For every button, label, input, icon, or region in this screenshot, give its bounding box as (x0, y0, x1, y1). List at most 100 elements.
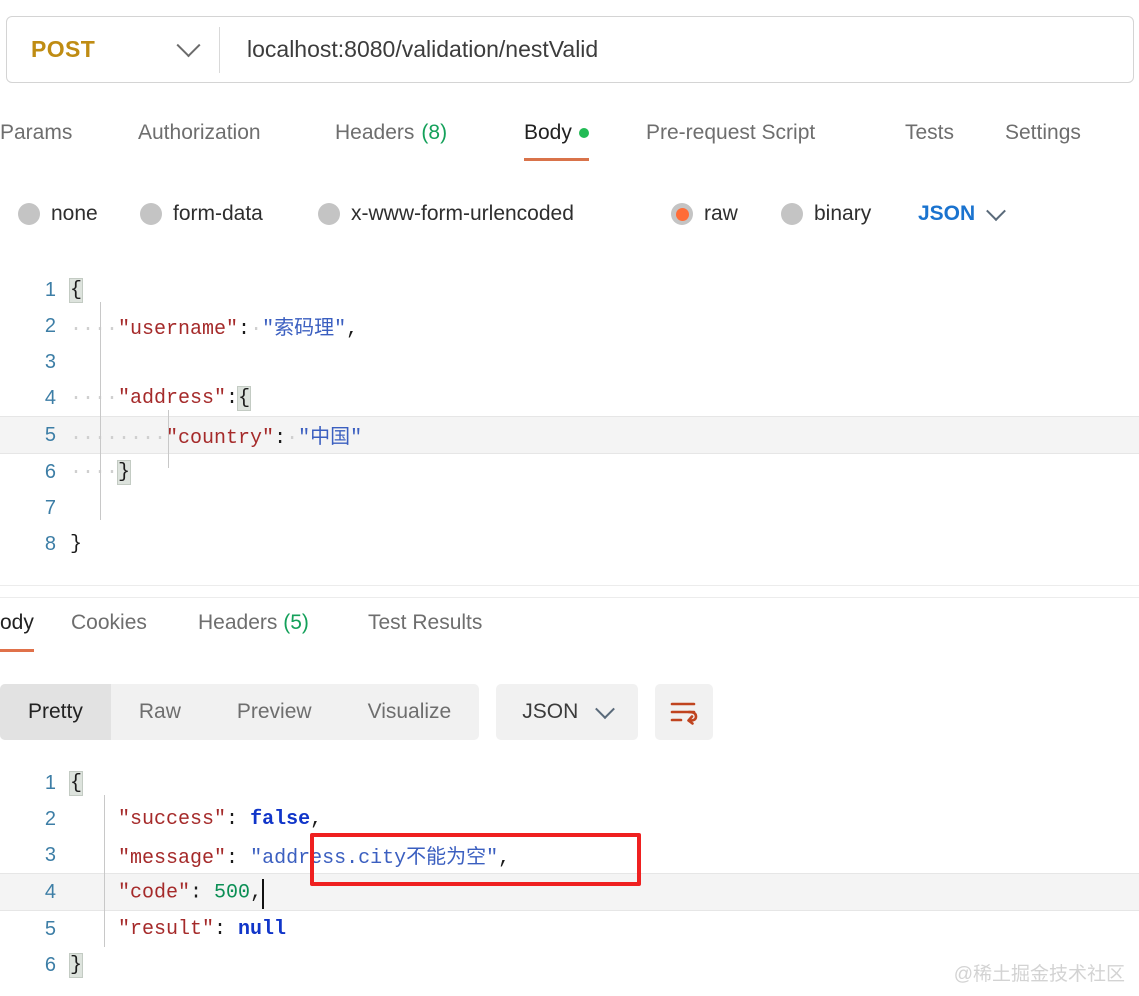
code-token: "中国" (298, 427, 363, 450)
code-token: "索码理" (262, 318, 347, 341)
request-tab-authorization[interactable]: Authorization (138, 118, 261, 161)
body-type-radio-x-www-form-urlencoded[interactable]: x-www-form-urlencoded (318, 202, 574, 226)
line-number: 6 (44, 460, 56, 483)
code-line[interactable]: 3 (0, 344, 1139, 380)
response-view-pretty[interactable]: Pretty (0, 684, 111, 740)
chevron-down-icon (595, 699, 616, 720)
response-view-segments: Pretty Raw Preview Visualize (0, 684, 480, 740)
active-tab-underline (0, 649, 34, 652)
code-token: : (214, 917, 239, 941)
code-line[interactable]: 3 "message": "address.city不能为空", (0, 837, 1139, 873)
response-tabs: ody Cookies Headers (5) Test Results (0, 608, 1139, 664)
unsaved-dot-icon (578, 128, 589, 138)
code-text: { (68, 770, 1139, 796)
code-token: "result" (118, 917, 215, 941)
request-body-editor[interactable]: 1{2 ····"username":·"索码理", 3 4 ····"address"… (0, 272, 1139, 562)
radio-unselected-icon (140, 203, 162, 225)
tab-label: Headers (335, 121, 415, 144)
body-type-radio-none[interactable]: none (18, 202, 98, 226)
code-token: "username" (118, 318, 239, 341)
response-view-preview[interactable]: Preview (209, 684, 340, 740)
line-number: 2 (44, 314, 56, 337)
code-text: { (68, 277, 1139, 303)
code-line[interactable]: 7 (0, 490, 1139, 526)
request-tab-pre-request-script[interactable]: Pre-request Script (646, 118, 815, 161)
indent-guide (100, 302, 101, 520)
line-number: 3 (44, 350, 56, 373)
request-tab-params[interactable]: Params (0, 118, 72, 161)
raw-format-select[interactable]: JSON (918, 201, 1007, 226)
request-tab-headers[interactable]: Headers (8) (335, 118, 447, 161)
request-tab-settings[interactable]: Settings (1005, 118, 1081, 161)
request-tab-body[interactable]: Body (524, 118, 589, 161)
code-token: { (68, 770, 84, 796)
radio-label: binary (814, 202, 872, 225)
code-token: "success" (118, 807, 227, 831)
line-number: 3 (44, 843, 56, 866)
response-body-editor[interactable]: 1{2 "success": false, 3 "message": "addre… (0, 765, 1139, 983)
code-token: "address" (118, 386, 227, 410)
code-token: : (238, 318, 251, 341)
code-token: { (237, 385, 252, 411)
tab-label: ody (0, 611, 34, 634)
word-wrap-button[interactable] (655, 684, 714, 740)
code-line[interactable]: 6 ····} (0, 454, 1139, 490)
response-tab-cookies[interactable]: Cookies (71, 608, 147, 652)
body-type-radio-form-data[interactable]: form-data (140, 202, 263, 226)
response-tab-test-results[interactable]: Test Results (368, 608, 482, 652)
line-number: 4 (44, 880, 56, 903)
tab-label: Body (524, 121, 572, 144)
tab-count: (5) (283, 611, 309, 634)
tab-label: Headers (198, 611, 284, 634)
indent-guide (168, 410, 169, 468)
request-tab-tests[interactable]: Tests (905, 118, 954, 161)
code-token: ···· (70, 318, 119, 341)
line-number: 7 (44, 496, 56, 519)
radio-unselected-icon (781, 203, 803, 225)
code-line[interactable]: 2 "success": false, (0, 801, 1139, 837)
chevron-down-icon (176, 33, 201, 58)
code-text: "result": null (70, 918, 1139, 941)
code-token: , (310, 807, 323, 831)
response-tab-ody[interactable]: ody (0, 608, 34, 652)
response-format-select[interactable]: JSON (496, 684, 639, 740)
response-view-visualize[interactable]: Visualize (340, 684, 480, 740)
code-token: · (250, 318, 263, 341)
code-line[interactable]: 4 ····"address":{ (0, 380, 1139, 416)
code-token: ···· (70, 460, 119, 484)
section-divider (0, 585, 1139, 586)
tab-label: Params (0, 121, 73, 144)
response-view-raw[interactable]: Raw (111, 684, 209, 740)
code-text: "message": "address.city不能为空", (70, 840, 1139, 870)
code-line[interactable]: 1{ (0, 765, 1139, 801)
code-line[interactable]: 1{ (0, 272, 1139, 308)
active-tab-underline (524, 158, 589, 161)
code-text: } (70, 533, 1139, 556)
indent-guide (104, 795, 105, 947)
request-url-input[interactable]: localhost:8080/validation/nestValid (220, 17, 1133, 82)
code-token: : (226, 386, 239, 410)
body-type-radio-binary[interactable]: binary (781, 202, 871, 226)
code-text: ········"country":·"中国" (70, 420, 1139, 450)
code-line[interactable]: 5 ········"country":·"中国" (0, 416, 1139, 454)
line-number: 5 (44, 917, 56, 940)
code-line[interactable]: 5 "result": null (0, 911, 1139, 947)
body-type-radio-raw[interactable]: raw (671, 202, 738, 226)
line-number: 2 (44, 807, 56, 830)
body-type-options: none form-data x-www-form-urlencoded raw bin… (0, 194, 1139, 234)
http-method-select[interactable]: POST (7, 17, 219, 82)
code-token: · (286, 427, 299, 450)
code-token: "message" (118, 847, 227, 870)
response-tab-headers[interactable]: Headers (5) (198, 608, 309, 652)
radio-label: x-www-form-urlencoded (351, 202, 574, 225)
line-number: 1 (44, 771, 56, 794)
code-token: , (346, 318, 359, 341)
response-view-controls: Pretty Raw Preview Visualize JSON (0, 681, 1139, 743)
code-line[interactable]: 2 ····"username":·"索码理", (0, 308, 1139, 344)
code-line[interactable]: 4 "code": 500, (0, 873, 1139, 911)
radio-unselected-icon (318, 203, 340, 225)
code-line[interactable]: 8} (0, 526, 1139, 562)
